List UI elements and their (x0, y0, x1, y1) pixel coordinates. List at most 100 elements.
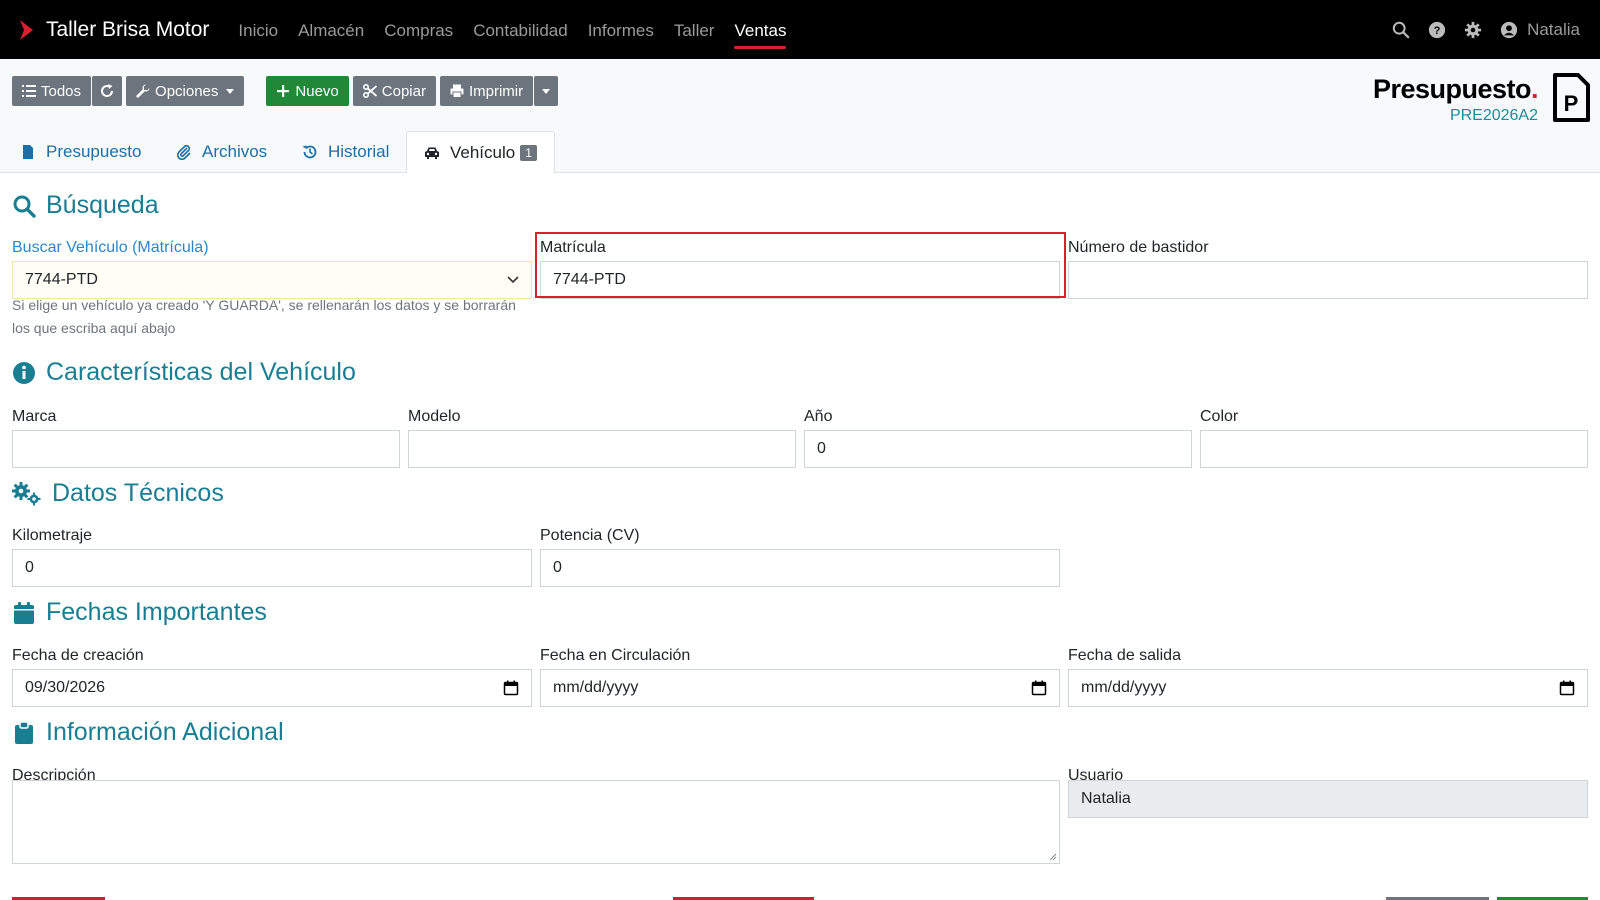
vin-label: Número de bastidor (1068, 239, 1209, 256)
section-informacion-adicional-title: Información Adicional (46, 718, 284, 746)
top-right-tools: ? Natalia (1375, 0, 1580, 59)
plate-value: 7744-PTD (553, 271, 626, 288)
nav-inicio[interactable]: Inicio (238, 0, 278, 59)
mileage-value: 0 (25, 559, 34, 576)
tab-presupuesto[interactable]: Presupuesto (12, 131, 149, 173)
power-input[interactable]: 0 (540, 549, 1060, 587)
list-icon (22, 85, 36, 97)
plate-input[interactable]: 7744-PTD (540, 261, 1060, 299)
options-button[interactable]: Opciones (126, 76, 245, 106)
info-circle-icon (13, 361, 35, 384)
new-label: Nuevo (295, 82, 339, 100)
color-label: Color (1200, 408, 1239, 425)
calendar-icon[interactable] (1031, 680, 1047, 696)
scissors-icon (362, 84, 377, 98)
tab-archivos[interactable]: Archivos (168, 131, 275, 173)
refresh-icon (101, 84, 114, 97)
vehicle-search-label: Buscar Vehículo (Matrícula) (12, 239, 209, 256)
nav-taller[interactable]: Taller (674, 0, 715, 59)
options-label: Opciones (155, 82, 219, 100)
section-datos-tecnicos: Datos Técnicos (12, 479, 224, 508)
chevron-down-icon (507, 276, 519, 284)
section-datos-tecnicos-title: Datos Técnicos (52, 479, 224, 507)
section-caracteristicas-title: Características del Vehículo (46, 358, 356, 386)
user-value: Natalia (1081, 790, 1131, 807)
brand[interactable]: Taller Brisa Motor (18, 18, 209, 42)
description-textarea[interactable] (12, 780, 1060, 864)
help-icon[interactable]: ? (1427, 20, 1447, 40)
tab-bar: Presupuesto Archivos Historial Vehículo … (0, 131, 1600, 174)
exit-date-label: Fecha de salida (1068, 647, 1181, 664)
all-button[interactable]: Todos (12, 76, 92, 106)
print-button[interactable]: Imprimir (439, 76, 534, 106)
search-icon[interactable] (1391, 20, 1411, 40)
document-header: Presupuesto. PRE2026A2 (1373, 74, 1539, 125)
exit-date-value: mm/dd/yyyy (1081, 679, 1167, 696)
tab-archivos-label: Archivos (202, 142, 268, 161)
file-icon (23, 145, 33, 159)
history-icon (302, 145, 317, 159)
print-dropdown-button[interactable] (534, 76, 559, 106)
user-input: Natalia (1068, 780, 1588, 818)
section-fechas: Fechas Importantes (12, 598, 267, 627)
plate-label: Matrícula (540, 239, 606, 256)
calendar-icon[interactable] (503, 680, 519, 696)
color-input[interactable] (1200, 430, 1588, 468)
vin-input[interactable] (1068, 261, 1588, 299)
model-input[interactable] (408, 430, 796, 468)
all-label: Todos (41, 82, 82, 100)
action-toolbar: Todos Opciones Nuevo Copiar Imprimir (12, 76, 559, 106)
brand-label: Marca (12, 408, 57, 425)
svg-text:?: ? (1434, 25, 1441, 37)
nav-informes[interactable]: Informes (588, 0, 654, 59)
tab-historial-label: Historial (328, 142, 390, 161)
resize-handle-icon[interactable] (1049, 853, 1057, 861)
year-input[interactable]: 0 (804, 430, 1192, 468)
section-busqueda-title: Búsqueda (46, 191, 159, 219)
svg-text:P: P (1564, 91, 1579, 116)
nav-ventas[interactable]: Ventas (734, 0, 787, 59)
nav-contabilidad[interactable]: Contabilidad (473, 0, 568, 59)
mileage-input[interactable]: 0 (12, 549, 532, 587)
calendar-icon[interactable] (1559, 680, 1575, 696)
clipboard-icon (15, 720, 33, 744)
car-icon (425, 147, 439, 159)
power-label: Potencia (CV) (540, 527, 640, 544)
section-informacion-adicional: Información Adicional (12, 718, 284, 747)
printer-icon (450, 84, 464, 98)
copy-button[interactable]: Copiar (352, 76, 436, 106)
chevron-down-icon (542, 88, 551, 94)
section-caracteristicas: Características del Vehículo (12, 358, 356, 387)
calendar-icon (14, 601, 34, 624)
top-navbar: Taller Brisa Motor Inicio Almacén Compra… (0, 0, 1600, 59)
tab-vehiculo[interactable]: Vehículo 1 (406, 131, 555, 174)
year-label: Año (804, 408, 833, 425)
print-button-group: Imprimir (439, 76, 559, 106)
refresh-button[interactable] (92, 76, 123, 106)
chevron-down-icon (226, 88, 235, 94)
mileage-label: Kilometraje (12, 527, 93, 544)
vehicle-count-badge: 1 (520, 144, 537, 161)
new-button[interactable]: Nuevo (266, 76, 349, 106)
circulation-date-input[interactable]: mm/dd/yyyy (540, 669, 1060, 707)
created-date-input[interactable]: 09/30/2026 (12, 669, 532, 707)
tab-historial[interactable]: Historial (294, 131, 397, 173)
user-avatar-icon[interactable] (1499, 20, 1519, 40)
copy-label: Copiar (381, 82, 426, 100)
circulation-date-label: Fecha en Circulación (540, 647, 691, 664)
model-label: Modelo (408, 408, 461, 425)
exit-date-input[interactable]: mm/dd/yyyy (1068, 669, 1588, 707)
brand-logo-icon (20, 19, 33, 40)
created-date-value: 09/30/2026 (25, 679, 106, 696)
tab-presupuesto-label: Presupuesto (46, 142, 142, 161)
nav-almacen[interactable]: Almacén (298, 0, 364, 59)
brand-input[interactable] (12, 430, 400, 468)
main-content: Búsqueda Buscar Vehículo (Matrícula) 774… (0, 173, 1600, 900)
gear-icon[interactable] (1463, 20, 1483, 40)
list-button-group: Todos (12, 76, 123, 106)
nav-compras[interactable]: Compras (384, 0, 453, 59)
gears-icon (12, 481, 41, 505)
document-p-icon: P (1553, 73, 1590, 122)
user-name[interactable]: Natalia (1527, 20, 1580, 40)
document-code: PRE2026A2 (1449, 107, 1538, 124)
